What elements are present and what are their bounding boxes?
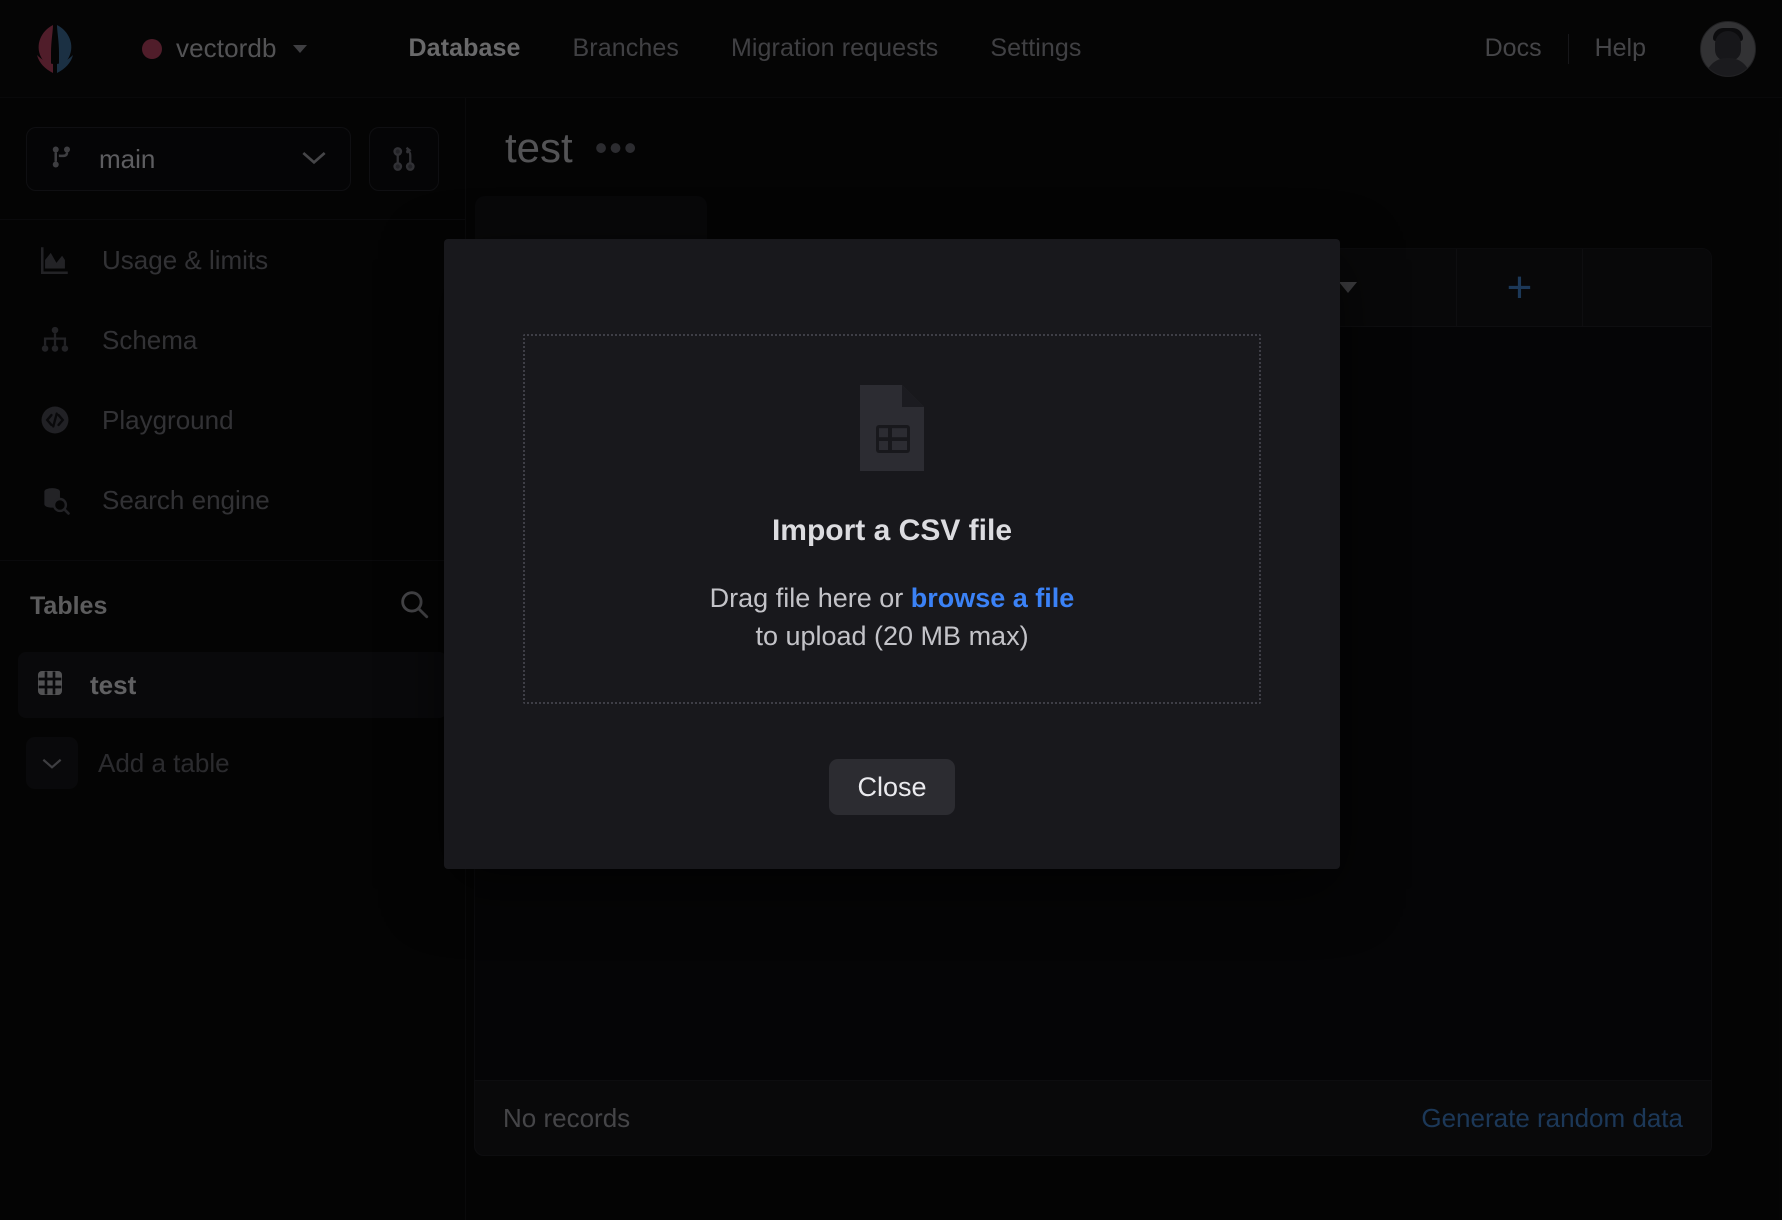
modal-drag-line: Drag file here or browse a file — [710, 580, 1075, 618]
drag-prefix-text: Drag file here or — [709, 582, 911, 613]
close-button[interactable]: Close — [829, 759, 955, 815]
modal-upload-note: to upload (20 MB max) — [755, 620, 1029, 651]
csv-dropzone[interactable]: Import a CSV file Drag file here or brow… — [523, 334, 1261, 704]
app-root: vectordb Database Branches Migration req… — [0, 0, 1782, 1220]
import-csv-modal: Import a CSV file Drag file here or brow… — [444, 239, 1340, 869]
modal-title: Import a CSV file — [771, 513, 1013, 547]
browse-file-link[interactable]: browse a file — [911, 583, 1075, 613]
csv-file-icon — [854, 383, 930, 478]
